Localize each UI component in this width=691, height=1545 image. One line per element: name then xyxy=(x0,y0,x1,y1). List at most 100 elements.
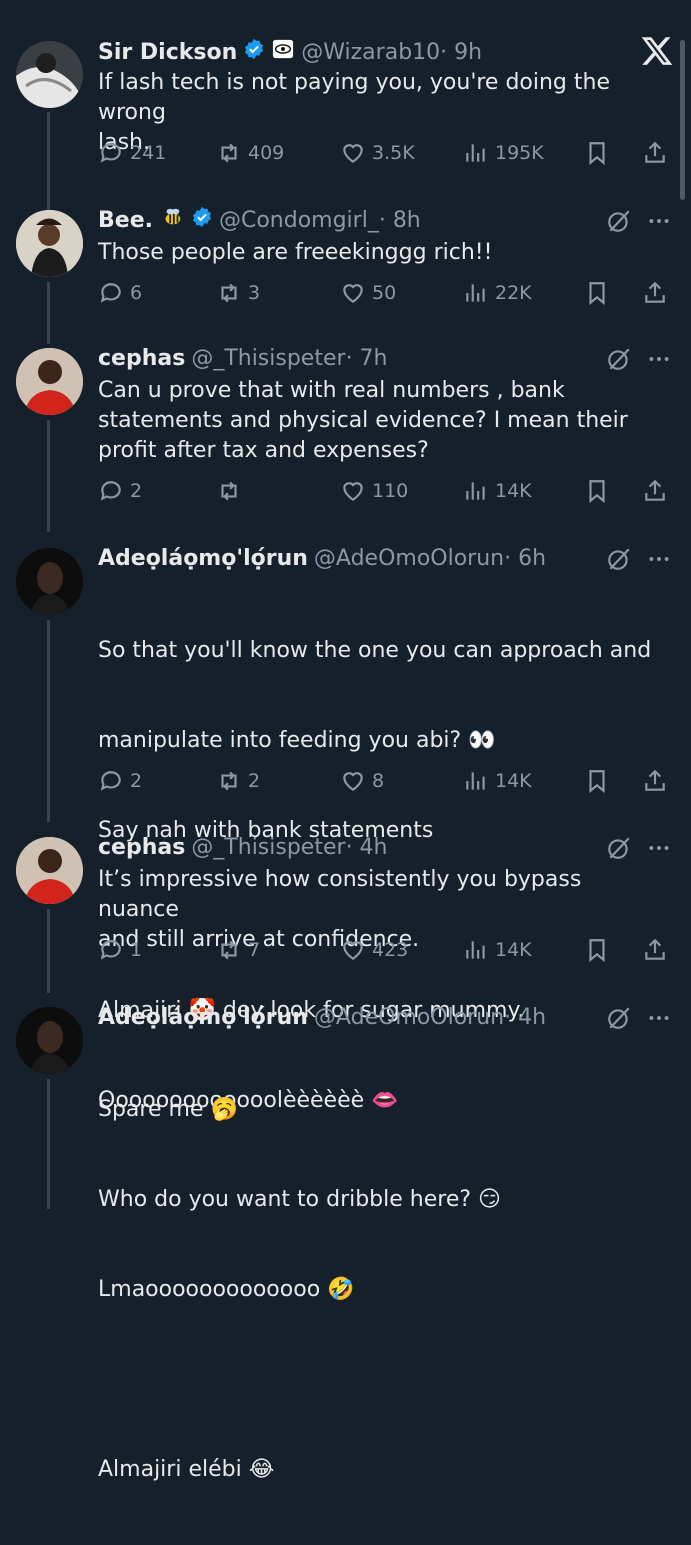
repost-button[interactable]: 3 xyxy=(216,278,260,308)
share-button[interactable] xyxy=(642,766,674,796)
tweet[interactable]: cephas @_Thisispeter · 7h Can u prove th… xyxy=(0,344,691,532)
share-icon xyxy=(645,141,665,163)
tweet[interactable]: cephas @_Thisispeter · 4h It’s impressiv… xyxy=(0,833,691,993)
tweet-header: Sir Dickson @Wizarab10 · 9h xyxy=(98,38,482,68)
username[interactable]: @Condomgirl_ xyxy=(219,206,379,236)
display-name[interactable]: Adeọláọmọ'lọ́run xyxy=(98,544,308,574)
like-count: 50 xyxy=(372,282,397,304)
share-button[interactable] xyxy=(642,935,674,965)
tweet-top-actions xyxy=(606,206,672,236)
tweet[interactable]: Adeọláọmọ'lọ́run @AdeOmoOlorun · 6h So t… xyxy=(0,544,691,1113)
share-icon xyxy=(645,479,665,501)
more-icon[interactable] xyxy=(646,208,672,234)
repost-button[interactable]: 409 xyxy=(216,138,284,168)
username[interactable]: @_Thisispeter xyxy=(191,344,345,374)
timestamp[interactable]: · 4h xyxy=(346,833,388,863)
like-button[interactable]: 423 xyxy=(340,935,408,965)
reply-button[interactable]: 1 xyxy=(98,935,142,965)
timestamp[interactable]: · 6h xyxy=(504,544,546,574)
tweet-line: Lmaooooooooooooo 🤣 xyxy=(98,1277,355,1302)
reply-button[interactable]: 6 xyxy=(98,278,142,308)
views-button[interactable]: 22K xyxy=(463,278,532,308)
display-name[interactable]: cephas xyxy=(98,833,185,863)
thread-line xyxy=(47,282,50,344)
username[interactable]: @AdeOmoOlorun xyxy=(314,544,504,574)
tweet-top-actions xyxy=(606,833,672,863)
tweet-header: cephas @_Thisispeter · 4h xyxy=(98,833,388,863)
tweet[interactable]: Adeọláọmọ'lọ́run @AdeOmoOlorun · 4h Spar… xyxy=(0,1003,691,1482)
reply-button[interactable]: 241 xyxy=(98,138,166,168)
share-button[interactable] xyxy=(642,278,674,308)
timestamp[interactable]: · 7h xyxy=(346,344,388,374)
views-button[interactable]: 14K xyxy=(463,935,532,965)
share-button[interactable] xyxy=(642,138,674,168)
tweet-line xyxy=(98,1365,663,1395)
grok-icon[interactable] xyxy=(606,835,632,861)
action-bar: 2 110 14K xyxy=(98,476,668,506)
username[interactable]: @_Thisispeter xyxy=(191,833,345,863)
like-button[interactable]: 3.5K xyxy=(340,138,415,168)
grok-icon[interactable] xyxy=(606,546,632,572)
more-icon[interactable] xyxy=(646,346,672,372)
repost-count: 3 xyxy=(248,282,261,304)
avatar[interactable] xyxy=(16,1007,83,1074)
bookmark-icon xyxy=(589,142,605,166)
repost-button[interactable] xyxy=(216,476,248,506)
tweet[interactable]: Bee. @Condomgirl_ · 8h Those people are … xyxy=(0,206,691,344)
avatar[interactable] xyxy=(16,210,83,277)
tweet-header: Bee. @Condomgirl_ · 8h xyxy=(98,206,421,236)
display-name[interactable]: Adeọláọmọ'lọ́run xyxy=(98,1003,308,1033)
share-icon xyxy=(645,938,665,960)
views-button[interactable]: 14K xyxy=(463,476,532,506)
tweet[interactable]: Sir Dickson @Wizarab10 · 9h If lash tech… xyxy=(0,38,691,210)
bookmark-button[interactable] xyxy=(584,278,616,308)
reply-button[interactable]: 2 xyxy=(98,766,142,796)
timestamp[interactable]: · 8h xyxy=(379,206,421,236)
username[interactable]: @Wizarab10 xyxy=(301,38,440,68)
display-name[interactable]: Bee. xyxy=(98,206,153,236)
view-count: 14K xyxy=(495,939,532,961)
username[interactable]: @AdeOmoOlorun xyxy=(314,1003,504,1033)
repost-button[interactable]: 7 xyxy=(216,935,260,965)
more-icon[interactable] xyxy=(646,546,672,572)
share-button[interactable] xyxy=(642,476,674,506)
tweet-line: Almajiri elébi 😂 xyxy=(98,1457,275,1482)
bookmark-button[interactable] xyxy=(584,766,616,796)
bookmark-button[interactable] xyxy=(584,476,616,506)
view-count: 195K xyxy=(495,142,544,164)
repost-button[interactable]: 2 xyxy=(216,766,260,796)
more-icon[interactable] xyxy=(646,835,672,861)
avatar[interactable] xyxy=(16,348,83,415)
grok-icon[interactable] xyxy=(606,1005,632,1031)
bookmark-button[interactable] xyxy=(584,935,616,965)
tweet-text: Spare me 🥱 Who do you want to dribble he… xyxy=(98,1035,663,1545)
grok-icon[interactable] xyxy=(606,346,632,372)
avatar[interactable] xyxy=(16,41,83,108)
more-icon[interactable] xyxy=(646,1005,672,1031)
view-count: 14K xyxy=(495,480,532,502)
repost-count: 409 xyxy=(248,142,285,164)
bookmark-button[interactable] xyxy=(584,138,616,168)
reply-count: 2 xyxy=(130,770,143,792)
display-name[interactable]: cephas xyxy=(98,344,185,374)
affiliate-eye-icon[interactable] xyxy=(271,38,295,69)
timestamp[interactable]: · 9h xyxy=(440,38,482,68)
views-button[interactable]: 14K xyxy=(463,766,532,796)
views-button[interactable]: 195K xyxy=(463,138,544,168)
timestamp[interactable]: · 4h xyxy=(504,1003,546,1033)
like-count: 8 xyxy=(372,770,385,792)
thread-line xyxy=(47,420,50,532)
like-button[interactable]: 8 xyxy=(340,766,384,796)
like-button[interactable]: 110 xyxy=(340,476,408,506)
action-bar: 6 3 50 22K xyxy=(98,278,668,308)
thread-line xyxy=(47,620,50,822)
reply-button[interactable]: 2 xyxy=(98,476,142,506)
avatar[interactable] xyxy=(16,837,83,904)
reply-icon xyxy=(100,771,121,791)
tweet-line: So that you'll know the one you can appr… xyxy=(98,638,652,663)
avatar[interactable] xyxy=(16,548,83,615)
repost-icon xyxy=(221,940,237,960)
display-name[interactable]: Sir Dickson xyxy=(98,38,237,68)
grok-icon[interactable] xyxy=(606,208,632,234)
like-button[interactable]: 50 xyxy=(340,278,396,308)
